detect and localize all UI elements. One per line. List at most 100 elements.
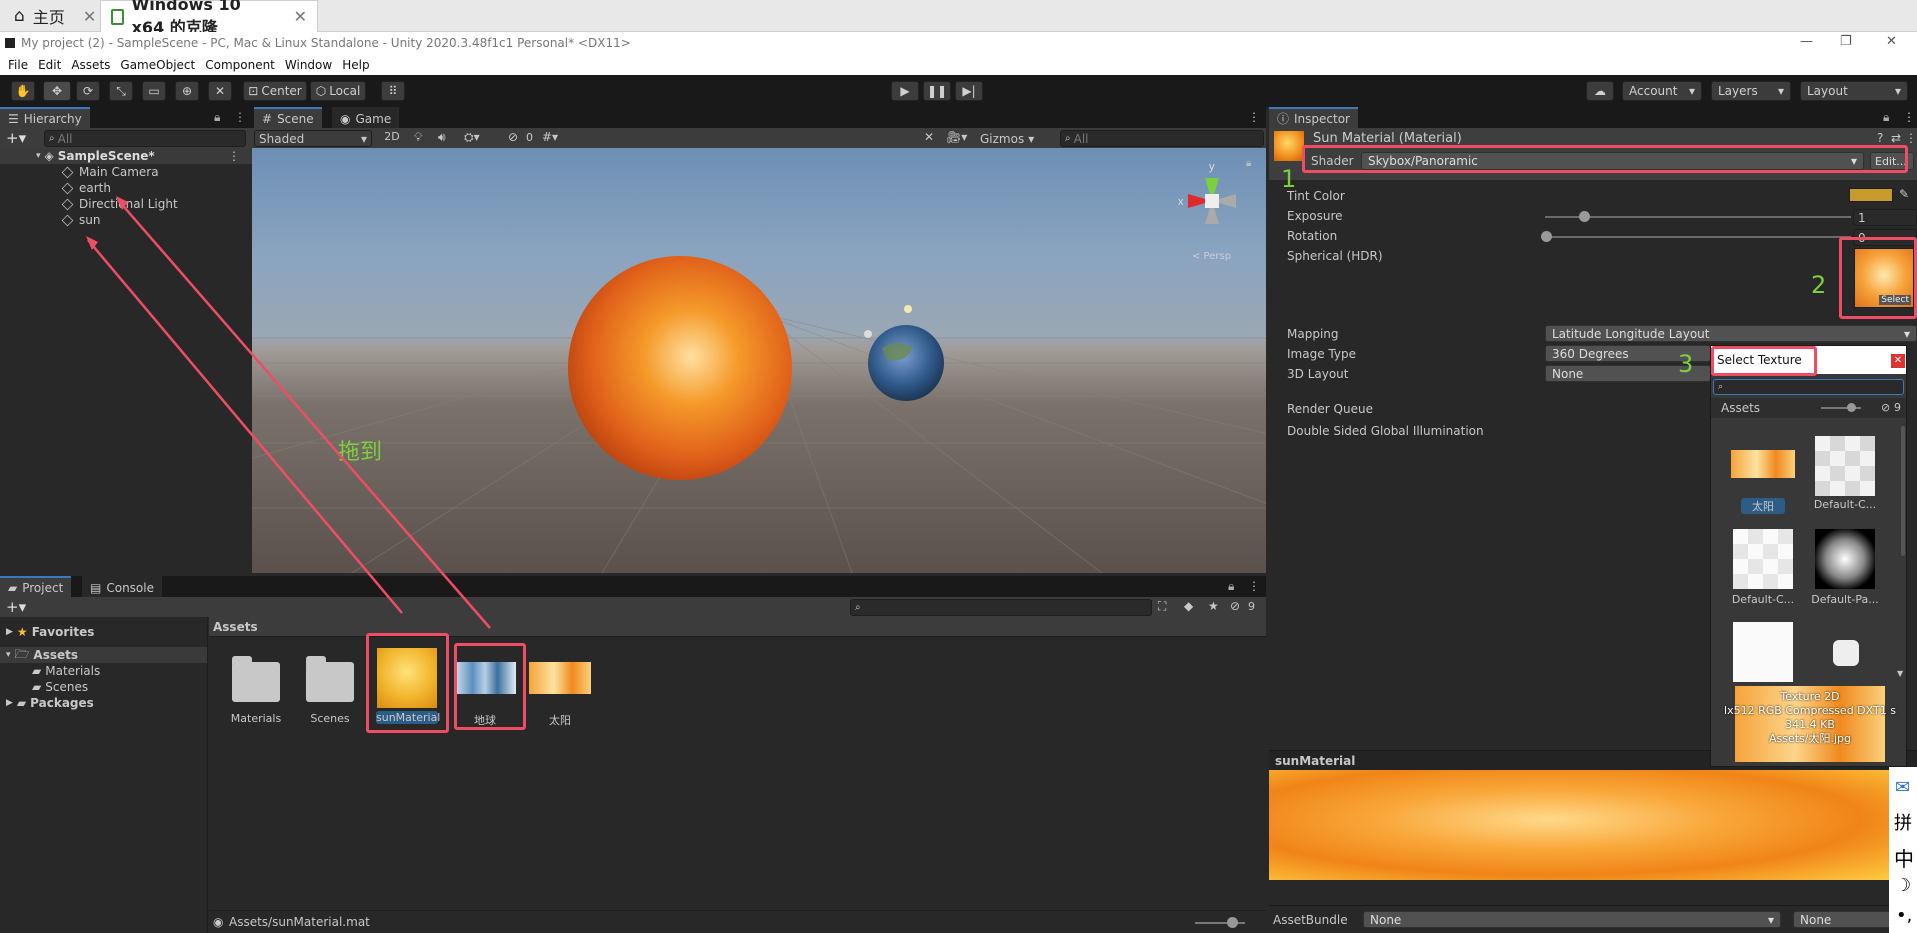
hierarchy-item[interactable]: earth xyxy=(61,180,111,196)
vm-tab-home[interactable]: ⌂ 主页 ✕ xyxy=(4,0,106,32)
shading-mode-dropdown[interactable]: Shaded ▾ xyxy=(254,130,372,147)
rotate-tool-icon[interactable]: ⟳ xyxy=(76,81,100,101)
texture-item-default-checker[interactable] xyxy=(1815,436,1875,496)
tab-scene[interactable]: # Scene xyxy=(254,107,322,128)
lock-icon[interactable]: 🔒︎ xyxy=(214,110,220,125)
favorite-star-icon[interactable]: ★ xyxy=(1208,599,1219,613)
scroll-down-icon[interactable]: ▼ xyxy=(1897,669,1903,678)
custom-tool-icon[interactable]: ✕ xyxy=(208,81,232,101)
rotation-slider-thumb[interactable] xyxy=(1541,231,1552,242)
hierarchy-item[interactable]: Main Camera xyxy=(61,164,159,180)
lock-icon[interactable]: 🔒︎ xyxy=(1883,110,1889,125)
preset-icon[interactable]: ⇄ xyxy=(1891,131,1901,145)
project-search-input[interactable]: ⌕ xyxy=(850,599,1152,616)
hidden-objects-icon[interactable]: ⊘ xyxy=(508,130,518,144)
texture-item-sun[interactable] xyxy=(1731,450,1795,478)
vm-tab-active[interactable]: Windows 10 x64 的克隆 ✕ xyxy=(100,0,318,37)
expand-arrow-icon[interactable]: ▾ xyxy=(36,151,41,161)
slider-thumb[interactable] xyxy=(1227,917,1238,928)
layers-dropdown[interactable]: Layers ▾ xyxy=(1711,81,1791,101)
tree-folder-item[interactable]: ▰ Materials xyxy=(32,664,100,678)
menu-file[interactable]: File xyxy=(8,58,28,72)
material-preview-image[interactable] xyxy=(1269,770,1889,880)
packages-item[interactable]: ▶ ▰ Packages xyxy=(6,696,94,710)
ime-pinyin-button[interactable]: 拼 xyxy=(1894,809,1912,835)
asset-folder-materials[interactable] xyxy=(232,656,280,702)
expand-arrow-icon[interactable]: ▶ xyxy=(6,627,13,637)
menu-gameobject[interactable]: GameObject xyxy=(120,58,195,72)
texture-item-white[interactable] xyxy=(1733,622,1793,682)
account-dropdown[interactable]: Account ▾ xyxy=(1622,81,1702,101)
cloud-icon[interactable]: ☁ xyxy=(1586,81,1614,101)
scene-viewport[interactable]: y x < Persp 🔒︎ 拖到 xyxy=(252,148,1266,573)
zoom-slider-thumb[interactable] xyxy=(1847,403,1856,412)
texture-item-default-checker-2[interactable] xyxy=(1733,529,1793,589)
restore-icon[interactable]: ❐ xyxy=(1840,34,1852,49)
close-icon[interactable]: ✕ xyxy=(83,7,96,26)
perspective-label[interactable]: < Persp xyxy=(1192,251,1231,262)
transform-tool-icon[interactable]: ⊕ xyxy=(175,81,199,101)
minimize-icon[interactable]: — xyxy=(1800,34,1813,49)
expand-arrow-icon[interactable]: ▾ xyxy=(6,650,11,660)
ime-punctuation-icon[interactable]: •, xyxy=(1896,905,1912,926)
hidden-icon[interactable]: ⊘ xyxy=(1881,401,1890,414)
more-icon[interactable]: ⋮ xyxy=(1903,110,1915,124)
hierarchy-item[interactable]: Directional Light xyxy=(61,196,178,212)
menu-edit[interactable]: Edit xyxy=(38,58,61,72)
select-texture-scrollbar[interactable] xyxy=(1901,426,1905,556)
exposure-value[interactable]: 1 xyxy=(1853,209,1917,226)
tab-hierarchy[interactable]: ☰ Hierarchy xyxy=(0,107,90,128)
toggle-2d-button[interactable]: 2D xyxy=(380,130,404,147)
camera-icon[interactable]: 🎥︎▾ xyxy=(946,130,967,144)
scale-tool-icon[interactable]: ⤡ xyxy=(109,81,133,101)
filter-type-icon[interactable]: ⛶ xyxy=(1158,599,1166,614)
rotation-slider[interactable] xyxy=(1545,236,1851,238)
scene-row[interactable]: ▾ ◈ SampleScene* ⋮ xyxy=(0,148,252,164)
tab-assets[interactable]: Assets xyxy=(1721,401,1760,415)
grid-snap-icon[interactable]: ⠿ xyxy=(381,81,405,101)
tools-icon[interactable]: ✕ xyxy=(924,130,934,144)
tab-inspector[interactable]: ⓘ Inspector xyxy=(1269,107,1358,128)
layout-dropdown[interactable]: Layout ▾ xyxy=(1800,81,1908,101)
light-gizmo-icon[interactable] xyxy=(904,305,912,313)
move-tool-icon[interactable]: ✥ xyxy=(43,81,71,101)
scene-search-input[interactable]: ⌕ All xyxy=(1060,130,1264,147)
close-window-icon[interactable]: ✕ xyxy=(1886,34,1897,49)
hidden-packages-icon[interactable]: ⊘ xyxy=(1230,599,1240,613)
close-icon[interactable]: ✕ xyxy=(1891,354,1905,368)
more-icon[interactable]: ⋮ xyxy=(1248,110,1260,124)
menu-assets[interactable]: Assets xyxy=(71,58,110,72)
asset-sun-texture-thumbnail[interactable] xyxy=(529,662,591,694)
ime-chinese-mode-button[interactable]: 中 xyxy=(1894,843,1914,872)
sun-object[interactable] xyxy=(568,256,792,480)
hierarchy-item[interactable]: sun xyxy=(61,212,100,228)
play-icon[interactable]: ▶ xyxy=(891,81,919,101)
add-icon[interactable]: +▾ xyxy=(6,129,26,147)
menu-help[interactable]: Help xyxy=(342,58,369,72)
lock-icon[interactable]: 🔒︎ xyxy=(1228,579,1234,594)
gizmos-dropdown[interactable]: Gizmos ▾ xyxy=(980,130,1034,147)
assets-item[interactable]: ▾ 🗁 Assets xyxy=(0,647,207,663)
select-texture-search-input[interactable]: ⌕ xyxy=(1713,379,1904,395)
more-icon[interactable]: ⋮ xyxy=(234,110,246,124)
tint-color-swatch[interactable] xyxy=(1849,188,1893,202)
more-icon[interactable]: ⋮ xyxy=(228,149,240,163)
tab-project[interactable]: ▰ Project xyxy=(0,576,72,597)
add-icon[interactable]: +▾ xyxy=(6,598,26,616)
menu-window[interactable]: Window xyxy=(285,58,332,72)
more-icon[interactable]: ⋮ xyxy=(1248,579,1260,593)
audio-icon[interactable]: 🔊︎ xyxy=(438,130,446,145)
lock-icon[interactable]: 🔒︎ xyxy=(1246,158,1251,169)
menu-component[interactable]: Component xyxy=(205,58,275,72)
help-icon[interactable]: ? xyxy=(1877,131,1883,145)
mapping-dropdown[interactable]: Latitude Longitude Layout ▾ xyxy=(1545,325,1917,342)
eyedropper-icon[interactable]: ✎ xyxy=(1899,187,1909,201)
assetbundle-variant-dropdown[interactable]: None xyxy=(1793,911,1893,928)
camera-gizmo-icon[interactable] xyxy=(864,330,872,338)
effects-icon[interactable]: ⛭▾ xyxy=(464,130,480,145)
ime-logo-icon[interactable]: ✉ xyxy=(1895,777,1910,798)
filter-label-icon[interactable]: ◆ xyxy=(1184,599,1193,613)
more-icon[interactable]: ⋮ xyxy=(1905,131,1917,145)
tab-game[interactable]: ◉ Game xyxy=(332,107,400,128)
pivot-local-button[interactable]: ⬡ Local xyxy=(310,81,366,101)
